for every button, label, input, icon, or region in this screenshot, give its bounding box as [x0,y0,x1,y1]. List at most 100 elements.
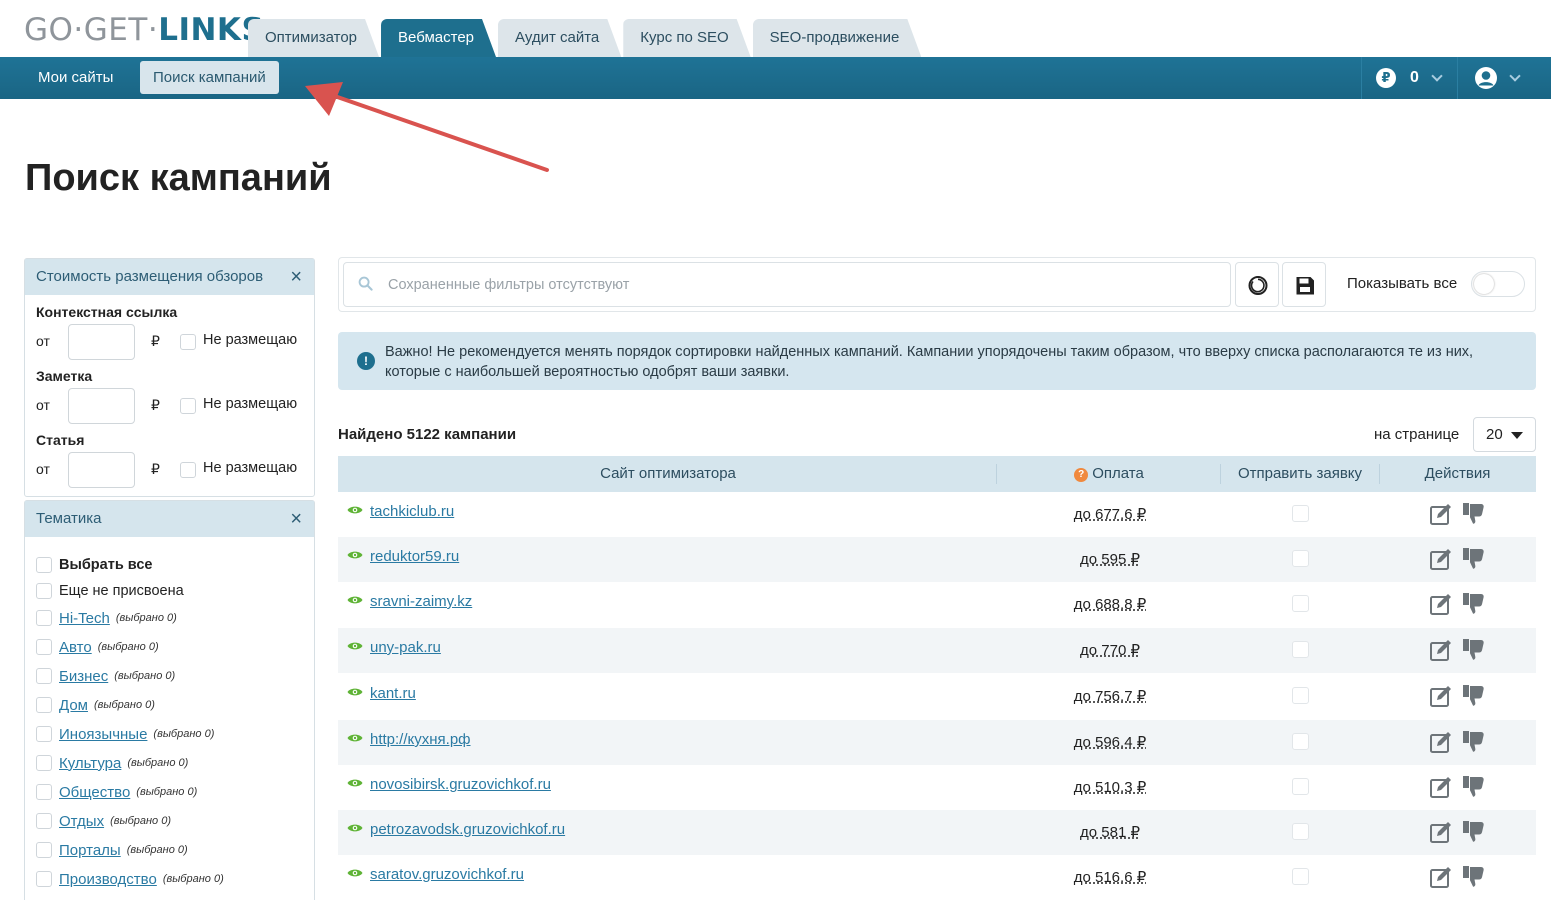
save-filter-button[interactable] [1282,262,1326,307]
thumbs-down-icon[interactable] [1462,819,1488,843]
context-link-price-input[interactable] [68,324,135,360]
column-site[interactable]: Сайт оптимизатора [338,465,998,482]
thumbs-down-icon[interactable] [1462,864,1488,888]
saved-filters-input[interactable]: Сохраненные фильтры отсутствуют [343,262,1231,307]
send-request-checkbox[interactable] [1292,733,1309,750]
close-icon[interactable]: × [290,259,302,295]
thumbs-down-icon[interactable] [1462,729,1488,753]
topic-link[interactable]: Бизнес [59,668,108,685]
checkbox[interactable] [36,871,52,887]
payment-value[interactable]: до 510.3 ₽ [1038,778,1182,796]
send-request-checkbox[interactable] [1292,505,1309,522]
edit-icon[interactable] [1429,592,1453,616]
thumbs-down-icon[interactable] [1462,501,1488,525]
edit-icon[interactable] [1429,638,1453,662]
checkbox[interactable] [36,755,52,771]
payment-value[interactable]: до 770 ₽ [1038,641,1182,659]
site-link[interactable]: uny-pak.ru [370,639,441,656]
checkbox[interactable] [36,813,52,829]
nav-my-sites[interactable]: Мои сайты [25,61,126,94]
checkbox[interactable] [36,639,52,655]
topic-link[interactable]: Дом [59,697,88,714]
user-menu[interactable] [1457,57,1551,99]
per-page-select[interactable]: 20 [1473,417,1536,452]
send-request-checkbox[interactable] [1292,550,1309,567]
edit-icon[interactable] [1429,684,1453,708]
checkbox[interactable] [36,557,52,573]
thumbs-down-icon[interactable] [1462,546,1488,570]
nav-search-campaigns[interactable]: Поиск кампаний [140,61,279,94]
checkbox[interactable] [36,726,52,742]
edit-icon[interactable] [1429,865,1453,889]
logo[interactable]: GO·GET·LINKS [24,12,264,48]
checkbox[interactable] [36,784,52,800]
payment-value[interactable]: до 677.6 ₽ [1038,505,1182,523]
site-link[interactable]: saratov.gruzovichkof.ru [370,866,524,883]
send-request-checkbox[interactable] [1292,595,1309,612]
show-all-toggle[interactable] [1471,271,1525,297]
tab-seo-course[interactable]: Курс по SEO [623,19,750,57]
topic-link[interactable]: Иноязычные [59,726,147,743]
checkbox[interactable] [36,610,52,626]
topic-link[interactable]: Культура [59,755,121,772]
close-icon[interactable]: × [290,501,302,537]
note-price-input[interactable] [68,388,135,424]
topic-link[interactable]: Производство [59,871,157,888]
thumbs-down-icon[interactable] [1462,637,1488,661]
edit-icon[interactable] [1429,730,1453,754]
topic-not-assigned[interactable]: Еще не присвоена [36,580,184,602]
site-link[interactable]: http://кухня.рф [370,731,471,748]
checkbox[interactable] [36,583,52,599]
balance-menu[interactable]: ₽ 0 [1361,57,1457,99]
edit-icon[interactable] [1429,820,1453,844]
tab-optimizer[interactable]: Оптимизатор [248,19,379,57]
send-request-checkbox[interactable] [1292,778,1309,795]
topic-link[interactable]: Общество [59,784,130,801]
payment-value[interactable]: до 595 ₽ [1038,550,1182,568]
site-link[interactable]: petrozavodsk.gruzovichkof.ru [370,821,565,838]
site-link[interactable]: novosibirsk.gruzovichkof.ru [370,776,551,793]
send-request-checkbox[interactable] [1292,641,1309,658]
article-row: от ₽ Не размещаю [36,452,306,488]
checkbox[interactable] [36,697,52,713]
column-payment[interactable]: ? Оплата [998,465,1220,482]
edit-icon[interactable] [1429,775,1453,799]
payment-value[interactable]: до 581 ₽ [1038,823,1182,841]
reset-filters-button[interactable] [1235,262,1279,307]
tab-site-audit[interactable]: Аудит сайта [498,19,621,57]
topic-item: Производство (выбрано 0) [36,868,224,890]
edit-icon[interactable] [1429,502,1453,526]
help-icon[interactable]: ? [1074,468,1089,482]
note-not-place-checkbox[interactable] [180,398,196,414]
send-request-checkbox[interactable] [1292,868,1309,885]
site-link[interactable]: tachkiclub.ru [370,503,454,520]
topic-link[interactable]: Hi-Tech [59,610,110,627]
article-not-place-checkbox[interactable] [180,462,196,478]
topic-link[interactable]: Порталы [59,842,121,859]
save-icon [1296,277,1314,295]
site-link[interactable]: sravni-zaimy.kz [370,593,472,610]
site-link[interactable]: reduktor59.ru [370,548,459,565]
checkbox[interactable] [36,668,52,684]
edit-icon[interactable] [1429,547,1453,571]
topic-link[interactable]: Авто [59,639,92,656]
thumbs-down-icon[interactable] [1462,774,1488,798]
payment-value[interactable]: до 688.8 ₽ [1038,595,1182,613]
topic-link[interactable]: Отдых [59,813,104,830]
eye-icon [347,824,363,832]
thumbs-down-icon[interactable] [1462,591,1488,615]
site-link[interactable]: kant.ru [370,685,416,702]
context-link-not-place-checkbox[interactable] [180,334,196,350]
send-request-checkbox[interactable] [1292,687,1309,704]
payment-value[interactable]: до 596.4 ₽ [1038,733,1182,751]
article-price-input[interactable] [68,452,135,488]
select-all-topics[interactable]: Выбрать все [36,554,152,576]
payment-value[interactable]: до 756.7 ₽ [1038,687,1182,705]
tab-webmaster[interactable]: Вебмастер [381,19,496,57]
saved-filters-bar: Сохраненные фильтры отсутствуют Показыва… [338,257,1536,312]
checkbox[interactable] [36,842,52,858]
payment-value[interactable]: до 516.6 ₽ [1038,868,1182,886]
tab-seo-promotion[interactable]: SEO-продвижение [753,19,922,57]
send-request-checkbox[interactable] [1292,823,1309,840]
thumbs-down-icon[interactable] [1462,683,1488,707]
